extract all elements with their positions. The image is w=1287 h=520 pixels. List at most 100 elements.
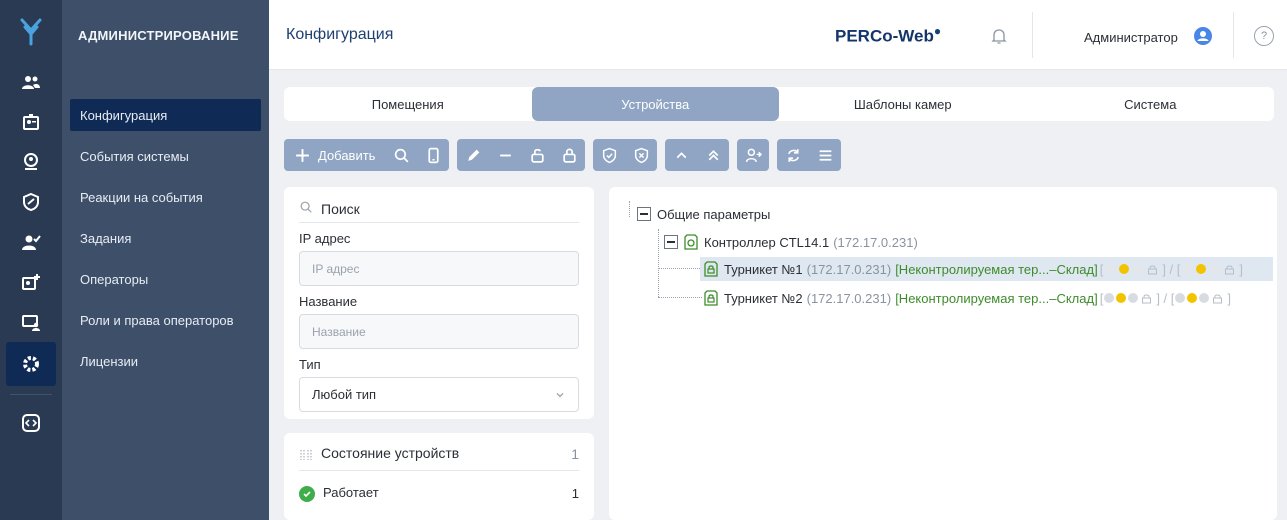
turnstile-state-close: ] bbox=[1227, 290, 1232, 306]
device-tree-panel: Общие параметры Контроллер CTL14.1 (172.… bbox=[609, 187, 1277, 520]
header-divider-2 bbox=[1233, 12, 1234, 58]
search-field[interactable]: Поиск bbox=[299, 195, 579, 223]
controller-icon bbox=[684, 234, 698, 250]
indicator-off-icon bbox=[1128, 293, 1139, 303]
device-status-title: Состояние устройств bbox=[321, 445, 460, 462]
refresh-icon[interactable] bbox=[777, 139, 809, 171]
lock-state-icon bbox=[1213, 294, 1223, 303]
turnstile-zone: [Неконтролируемая тер...–Склад] bbox=[895, 290, 1098, 306]
shield-cross-icon[interactable] bbox=[625, 139, 657, 171]
nav-item-configuration[interactable]: Конфигурация bbox=[70, 99, 261, 131]
indicator-on-icon bbox=[1196, 264, 1207, 274]
type-label: Тип bbox=[299, 357, 321, 372]
location-person-icon[interactable] bbox=[0, 142, 62, 182]
turnstile-lock-icon bbox=[704, 290, 718, 306]
lock-icon[interactable] bbox=[553, 139, 585, 171]
brand-logo: PERCo-Web● bbox=[835, 24, 941, 47]
add-button[interactable]: Добавить bbox=[284, 139, 385, 171]
user-name[interactable]: Администратор bbox=[1084, 30, 1178, 45]
tree-node-general[interactable]: Общие параметры bbox=[637, 202, 770, 226]
name-label: Название bbox=[299, 294, 358, 309]
indicator-off-icon bbox=[1210, 264, 1221, 274]
help-icon[interactable]: ? bbox=[1254, 26, 1274, 46]
search-label: Поиск bbox=[321, 200, 360, 217]
users-icon[interactable] bbox=[0, 62, 62, 102]
controller-name: Контроллер CTL14.1 bbox=[704, 234, 830, 250]
nav-item-operators[interactable]: Операторы bbox=[62, 259, 269, 300]
status-row-working[interactable]: Работает 1 bbox=[299, 485, 579, 502]
shield-link-icon[interactable] bbox=[0, 182, 62, 222]
indicator-off-icon bbox=[1182, 264, 1193, 274]
indicator-off-icon bbox=[1133, 264, 1144, 274]
check-circle-icon bbox=[299, 485, 315, 502]
turnstile-state-close: ] bbox=[1239, 261, 1244, 277]
ip-input[interactable]: IP адрес bbox=[299, 251, 579, 286]
mobile-device-icon[interactable] bbox=[417, 139, 449, 171]
chevron-down-icon bbox=[556, 392, 564, 397]
code-box-icon[interactable] bbox=[0, 403, 62, 443]
tree-node-turnstile-2[interactable]: Турникет №2 (172.17.0.231) [Неконтролиру… bbox=[700, 286, 1231, 310]
brand-dot: ● bbox=[933, 24, 942, 38]
monitor-user-icon[interactable] bbox=[0, 302, 62, 342]
chevron-up-icon[interactable] bbox=[665, 139, 697, 171]
collapse-toggle-icon[interactable] bbox=[664, 235, 678, 249]
turnstile-zone: [Неконтролируемая тер...–Склад] bbox=[895, 261, 1098, 277]
notification-bell-icon[interactable] bbox=[991, 27, 1007, 48]
tab-rooms[interactable]: Помещения bbox=[284, 87, 532, 121]
nav-item-tasks[interactable]: Задания bbox=[62, 218, 269, 259]
perco-logo-icon[interactable] bbox=[0, 0, 62, 62]
toolbar: Добавить bbox=[284, 139, 842, 171]
tab-camera-templates[interactable]: Шаблоны камер bbox=[779, 87, 1027, 121]
turnstile-state-sep: ] / [ bbox=[1156, 290, 1175, 306]
double-chevron-up-icon[interactable] bbox=[697, 139, 729, 171]
badge-add-icon[interactable] bbox=[0, 262, 62, 302]
device-status-count: 1 bbox=[571, 445, 579, 462]
search-icon[interactable] bbox=[385, 139, 417, 171]
turnstile-name: Турникет №1 bbox=[724, 261, 803, 277]
unlock-icon[interactable] bbox=[521, 139, 553, 171]
badge-icon[interactable] bbox=[0, 102, 62, 142]
status-row-label: Работает bbox=[323, 485, 379, 500]
name-input[interactable]: Название bbox=[299, 314, 579, 349]
turnstile-state-sep: ] / [ bbox=[1162, 261, 1181, 277]
toolbar-group-move bbox=[665, 139, 730, 171]
collapse-toggle-icon[interactable] bbox=[637, 207, 651, 221]
page-title: Конфигурация bbox=[286, 25, 394, 43]
type-select[interactable]: Любой тип bbox=[299, 377, 579, 412]
toolbar-group-security bbox=[593, 139, 658, 171]
shield-check-icon[interactable] bbox=[593, 139, 625, 171]
turnstile-ip: (172.17.0.231) bbox=[806, 261, 892, 277]
rail-separator bbox=[10, 394, 52, 395]
nav-item-roles[interactable]: Роли и права операторов bbox=[62, 300, 269, 341]
toolbar-group-user bbox=[737, 139, 770, 171]
settings-gear-icon[interactable] bbox=[6, 342, 56, 386]
toolbar-group-edit bbox=[457, 139, 586, 171]
add-button-label: Добавить bbox=[318, 147, 376, 163]
status-grid-icon bbox=[300, 449, 312, 460]
tab-system[interactable]: Система bbox=[1027, 87, 1275, 121]
tree-node-controller[interactable]: Контроллер CTL14.1 (172.17.0.231) bbox=[664, 230, 918, 254]
device-status-title-wrap: Состояние устройств bbox=[299, 445, 459, 461]
tree-node-label: Общие параметры bbox=[657, 206, 771, 222]
user-check-icon[interactable] bbox=[0, 222, 62, 262]
indicator-off-icon bbox=[1104, 293, 1115, 303]
tree-connector bbox=[658, 268, 702, 269]
section-nav: АДМИНИСТРИРОВАНИЕ Конфигурация События с… bbox=[62, 0, 272, 520]
indicator-on-icon bbox=[1187, 293, 1198, 303]
nav-item-system-events[interactable]: События системы bbox=[62, 136, 269, 177]
tree-node-turnstile-1[interactable]: Турникет №1 (172.17.0.231) [Неконтролиру… bbox=[700, 257, 1273, 281]
turnstile-ip: (172.17.0.231) bbox=[806, 290, 892, 306]
turnstile-lock-icon bbox=[704, 261, 718, 277]
tab-devices[interactable]: Устройства bbox=[531, 87, 779, 121]
user-transfer-icon[interactable] bbox=[737, 139, 769, 171]
nav-item-licenses[interactable]: Лицензии bbox=[62, 341, 269, 382]
device-status-header[interactable]: Состояние устройств 1 bbox=[299, 445, 579, 471]
remove-minus-icon[interactable] bbox=[489, 139, 521, 171]
edit-pencil-icon[interactable] bbox=[457, 139, 489, 171]
turnstile-name: Турникет №2 bbox=[724, 290, 803, 306]
device-tabs: Помещения Устройства Шаблоны камер Систе… bbox=[284, 87, 1274, 121]
user-avatar-icon[interactable] bbox=[1194, 27, 1212, 45]
menu-icon[interactable] bbox=[809, 139, 841, 171]
top-header: Конфигурация PERCo-Web● Администратор ? bbox=[269, 0, 1287, 70]
nav-item-event-reactions[interactable]: Реакции на события bbox=[62, 177, 269, 218]
